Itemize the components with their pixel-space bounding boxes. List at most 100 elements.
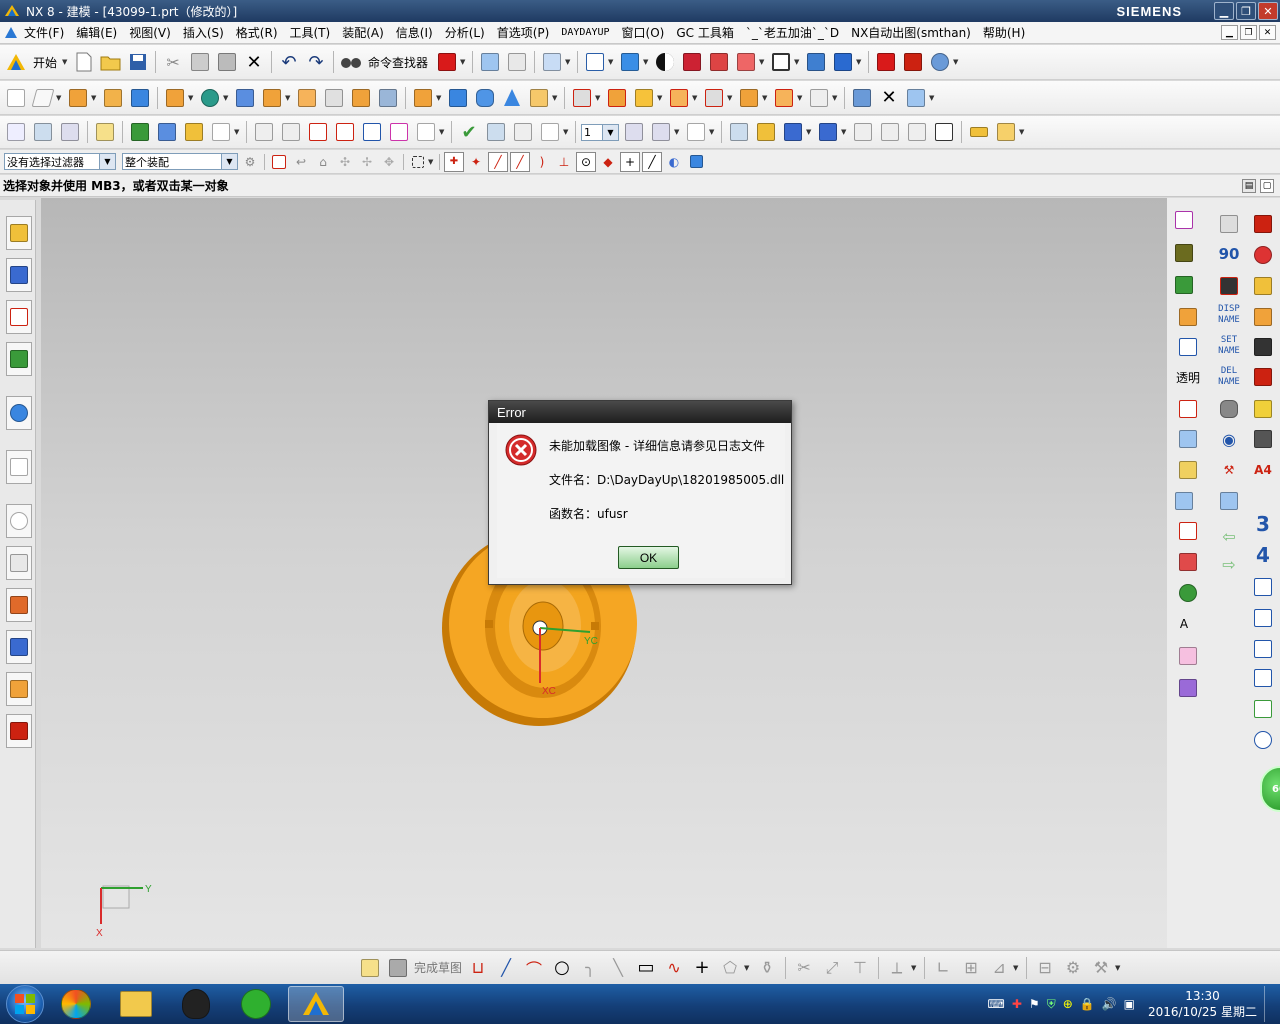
rectangle-icon[interactable]: ▭: [634, 956, 658, 980]
snap-point-on-icon[interactable]: +: [620, 151, 640, 172]
pattern-icon[interactable]: [260, 86, 284, 110]
ok-button[interactable]: OK: [618, 546, 679, 569]
volume-icon[interactable]: 🔊: [1102, 997, 1117, 1011]
tree-icon[interactable]: [484, 120, 508, 144]
history-clock-icon[interactable]: [6, 504, 32, 538]
list-icon[interactable]: [414, 120, 438, 144]
taskbar-refresh-app[interactable]: [228, 986, 284, 1022]
gb-red-icon[interactable]: [333, 120, 357, 144]
finish-sketch-icon[interactable]: [386, 956, 410, 980]
tool-pair-icon[interactable]: ⚒: [1217, 458, 1241, 482]
cube-outline-icon[interactable]: [1172, 208, 1196, 232]
menu-information[interactable]: 信息(I): [390, 24, 439, 41]
internet-explorer-icon[interactable]: [6, 396, 32, 430]
roles-icon[interactable]: [6, 672, 32, 706]
snap-existing-icon[interactable]: ✚: [444, 151, 464, 172]
rotate-90-button[interactable]: 90: [1217, 242, 1241, 266]
transform-icon[interactable]: [478, 50, 502, 74]
trim-body-icon[interactable]: [667, 86, 691, 110]
fillet-icon[interactable]: ╮: [578, 956, 602, 980]
selection-d-icon[interactable]: ✢: [357, 152, 377, 172]
layer-b-icon[interactable]: [649, 120, 673, 144]
copy-icon[interactable]: [188, 50, 212, 74]
chamfer-sketch-icon[interactable]: ╲: [606, 956, 630, 980]
move-object-icon[interactable]: [505, 50, 529, 74]
red-cube-icon[interactable]: [1251, 212, 1275, 236]
layer-a-icon[interactable]: [622, 120, 646, 144]
cross-constraint-icon[interactable]: ✕: [877, 86, 901, 110]
mdi-restore-button[interactable]: ❐: [1240, 25, 1257, 40]
arrow-icon[interactable]: ↩: [291, 152, 311, 172]
stair-icon[interactable]: [1251, 575, 1275, 599]
shield-icon[interactable]: [1176, 581, 1200, 605]
disp-name-button[interactable]: DISP NAME: [1215, 304, 1243, 326]
unite-icon[interactable]: [163, 86, 187, 110]
auto-constraint-icon[interactable]: ⊞: [959, 956, 983, 980]
hammer-icon[interactable]: [155, 120, 179, 144]
view-4-button[interactable]: 4: [1251, 543, 1275, 567]
snap-curve-icon[interactable]: ╱: [642, 151, 662, 172]
pencil-icon[interactable]: [994, 120, 1018, 144]
edit-object-display-icon[interactable]: [1172, 273, 1196, 297]
cone-icon[interactable]: [500, 86, 524, 110]
menu-view[interactable]: 视图(V): [123, 24, 177, 41]
revolve-icon[interactable]: [101, 86, 125, 110]
gb-icon[interactable]: [306, 120, 330, 144]
subtract-icon[interactable]: [605, 86, 629, 110]
menu-tools[interactable]: 工具(T): [284, 24, 337, 41]
snap-intersect-icon[interactable]: ⊥: [554, 152, 574, 172]
snap-arc-icon[interactable]: ): [532, 152, 552, 172]
block-icon[interactable]: [128, 86, 152, 110]
system-scene-icon[interactable]: [6, 714, 32, 748]
system-clock[interactable]: 13:30 2016/10/25 星期二: [1148, 988, 1257, 1020]
snap-quadrant-icon[interactable]: ◆: [598, 152, 618, 172]
extrude-icon[interactable]: [66, 86, 90, 110]
tool-box-icon[interactable]: [182, 120, 206, 144]
static-wireframe-icon[interactable]: [734, 50, 758, 74]
taskbar-nx[interactable]: [288, 986, 344, 1022]
mdi-close-button[interactable]: ✕: [1259, 25, 1276, 40]
assembly-cube-icon[interactable]: [850, 86, 874, 110]
snap-box-icon[interactable]: [686, 152, 706, 172]
sketch-task-icon[interactable]: [358, 956, 382, 980]
dimension-icon[interactable]: ⟂: [885, 956, 909, 980]
convert-ref-icon[interactable]: ⊟: [1033, 956, 1057, 980]
snap-center-icon[interactable]: ⊙: [576, 151, 596, 172]
filter-reset-icon[interactable]: ⚙: [240, 152, 260, 172]
a4-print-button[interactable]: A4: [1251, 458, 1275, 482]
selection-c-icon[interactable]: ✣: [335, 152, 355, 172]
sketch-icon[interactable]: [4, 86, 28, 110]
layers-icon[interactable]: [58, 120, 82, 144]
menu-preferences[interactable]: 首选项(P): [491, 24, 556, 41]
snap-f-icon[interactable]: [932, 120, 956, 144]
translucency-icon[interactable]: 透明: [1176, 365, 1200, 389]
boot-icon[interactable]: [1251, 637, 1275, 661]
taskbar-explorer[interactable]: [108, 986, 164, 1022]
show-desktop-button[interactable]: [1264, 986, 1274, 1022]
quick-extend-icon[interactable]: ⤢: [820, 956, 844, 980]
pattern-curve-icon[interactable]: ⚱: [755, 956, 779, 980]
box-yellow-icon[interactable]: [411, 86, 435, 110]
cue-toggle-icon[interactable]: ▤: [1242, 178, 1256, 193]
measure-icon[interactable]: [727, 120, 751, 144]
constraint-icon[interactable]: ∟: [931, 956, 955, 980]
puzzle-icon[interactable]: [1251, 305, 1275, 329]
menu-help[interactable]: 帮助(H): [977, 24, 1031, 41]
assembly-navigator-icon[interactable]: [6, 216, 32, 250]
process-studio-icon[interactable]: [6, 588, 32, 622]
make-corner-icon[interactable]: ⊤: [848, 956, 872, 980]
finish-sketch-button[interactable]: 完成草图: [414, 959, 462, 976]
profile-icon[interactable]: ⊔: [466, 956, 490, 980]
yellow-pen-icon[interactable]: [1251, 397, 1275, 421]
cross-view-icon[interactable]: [1176, 427, 1200, 451]
delete-icon[interactable]: ✕: [242, 50, 266, 74]
open-folder-icon[interactable]: [99, 50, 123, 74]
menu-window[interactable]: 窗口(O): [616, 24, 671, 41]
arc-icon[interactable]: ⌒: [522, 956, 546, 980]
chamfer-icon[interactable]: [772, 86, 796, 110]
abc-text-icon[interactable]: [209, 120, 233, 144]
pattern-a-icon[interactable]: [252, 120, 276, 144]
layer-settings-icon[interactable]: [804, 50, 828, 74]
snap-point-icon[interactable]: [269, 152, 289, 172]
polygon-icon[interactable]: ∿: [662, 956, 686, 980]
